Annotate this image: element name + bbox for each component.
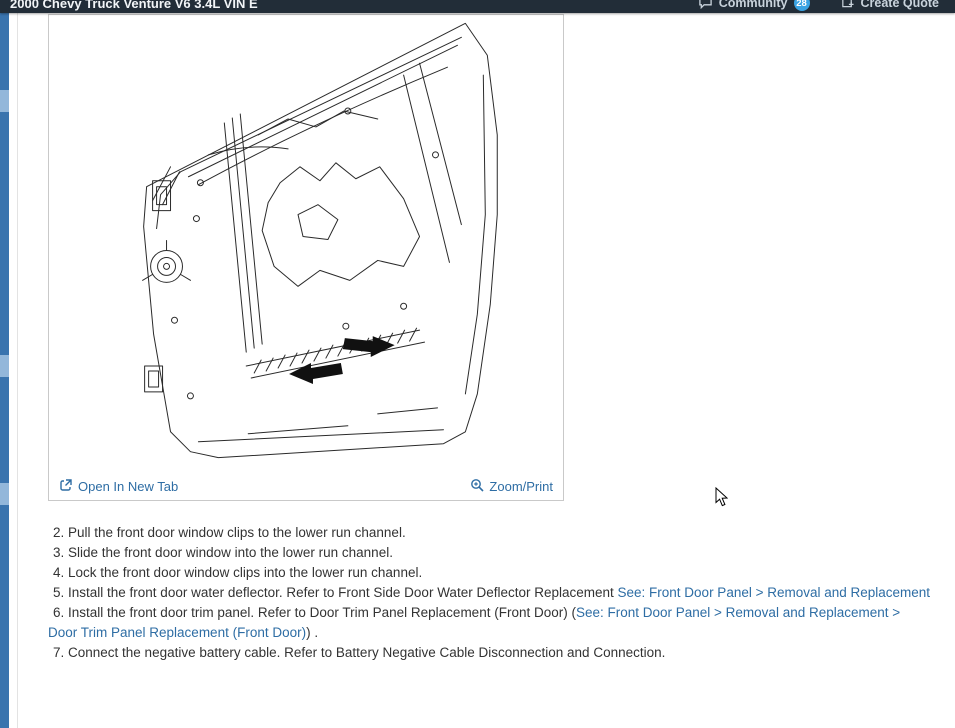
create-quote-button[interactable]: Create Quote (840, 0, 940, 12)
step-5: 5. Install the front door water deflecto… (48, 583, 932, 603)
create-quote-label: Create Quote (861, 0, 940, 10)
step-3: 3. Slide the front door window into the … (48, 543, 932, 563)
step-6-suffix: ) . (306, 625, 318, 640)
door-diagram (49, 15, 563, 472)
left-sidebar-strip[interactable] (0, 13, 9, 728)
step-4-text: 4. Lock the front door window clips into… (53, 565, 422, 580)
step-2: 2. Pull the front door window clips to t… (48, 523, 932, 543)
door-diagram-svg (49, 15, 563, 472)
step-6-text: 6. Install the front door trim panel. Re… (53, 605, 576, 620)
step-7-text: 7. Connect the negative battery cable. R… (53, 645, 665, 660)
instruction-steps: 2. Pull the front door window clips to t… (48, 523, 932, 663)
step-2-text: 2. Pull the front door window clips to t… (53, 525, 406, 540)
sidebar-tab[interactable] (0, 483, 9, 505)
left-arrow-marker (289, 363, 343, 384)
app-window: 2000 Chevy Truck Venture V6 3.4L VIN E C… (0, 0, 955, 728)
main-content: Open In New Tab Zoom/Print 2. Pull the f… (17, 13, 955, 728)
open-in-new-icon (59, 478, 73, 495)
sidebar-tab[interactable] (0, 355, 9, 377)
step-6: 6. Install the front door trim panel. Re… (48, 603, 932, 643)
diagram-panel: Open In New Tab Zoom/Print (48, 14, 564, 501)
open-in-new-tab-label: Open In New Tab (78, 479, 178, 494)
vehicle-title: 2000 Chevy Truck Venture V6 3.4L VIN E (10, 0, 258, 11)
step-7: 7. Connect the negative battery cable. R… (48, 643, 932, 663)
quote-plus-icon (840, 0, 855, 12)
step-3-text: 3. Slide the front door window into the … (53, 545, 393, 560)
community-button[interactable]: Community 28 (698, 0, 810, 12)
top-header-bar: 2000 Chevy Truck Venture V6 3.4L VIN E C… (0, 0, 955, 13)
step-4: 4. Lock the front door window clips into… (48, 563, 932, 583)
diagram-toolbar: Open In New Tab Zoom/Print (49, 472, 563, 500)
zoom-icon (470, 478, 484, 495)
community-label: Community (719, 0, 788, 10)
community-count-badge: 28 (794, 0, 810, 11)
step-5-text: 5. Install the front door water deflecto… (53, 585, 618, 600)
open-in-new-tab-link[interactable]: Open In New Tab (59, 478, 178, 495)
sidebar-tab[interactable] (0, 90, 9, 112)
zoom-print-label: Zoom/Print (489, 479, 553, 494)
chat-bubble-icon (698, 0, 713, 12)
step-5-reference-link[interactable]: See: Front Door Panel > Removal and Repl… (618, 585, 931, 600)
zoom-print-link[interactable]: Zoom/Print (470, 478, 553, 495)
